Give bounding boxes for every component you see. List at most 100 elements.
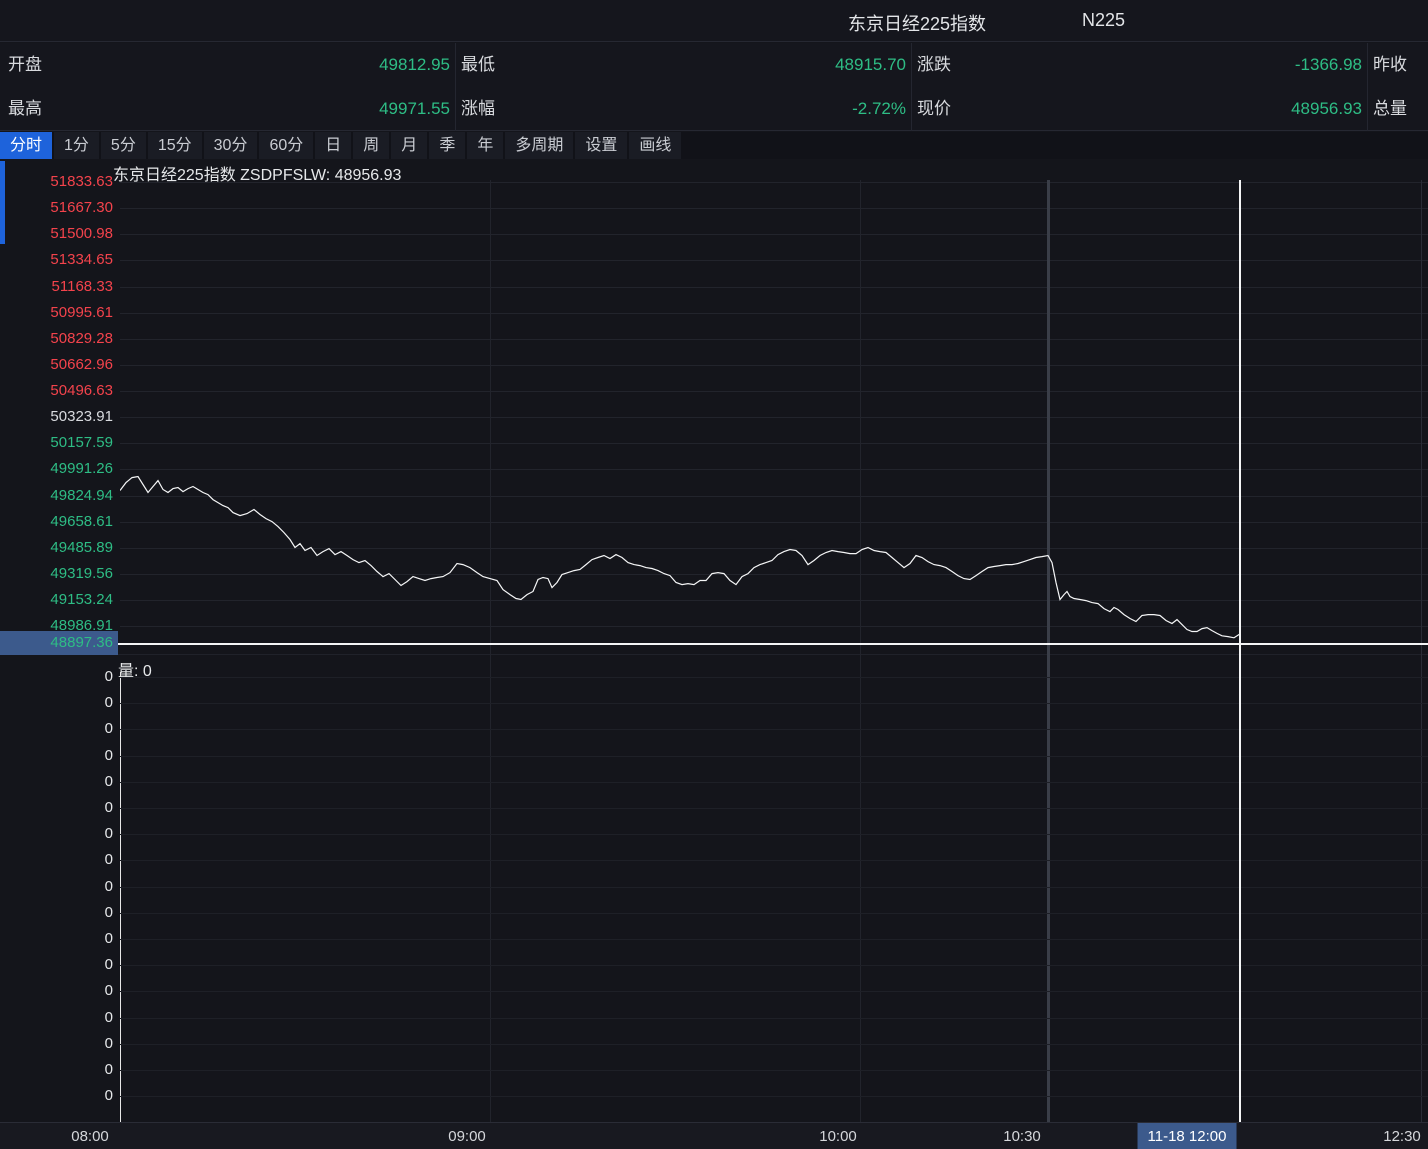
price-axis-label: 51168.33 (0, 278, 113, 296)
volume-axis-label: 0 (0, 1009, 113, 1027)
tab-year[interactable]: 年 (467, 132, 503, 159)
price-axis-label: 49153.24 (0, 591, 113, 609)
info-label: 现价 (917, 87, 951, 131)
crosshair-time-tag: 11-18 12:00 (1138, 1123, 1237, 1149)
volume-axis-label: 0 (0, 1061, 113, 1079)
info-bar: 开盘49812.95最低48915.70涨跌-1366.98昨收最高49971.… (0, 43, 1428, 131)
tab-settings[interactable]: 设置 (575, 132, 627, 159)
time-axis-label: 08:00 (71, 1123, 109, 1149)
volume-gridline (120, 808, 1428, 809)
tab-60min[interactable]: 60分 (259, 132, 313, 159)
info-label: 涨幅 (461, 87, 495, 131)
volume-gridline (120, 939, 1428, 940)
index-symbol: N225 (1082, 10, 1125, 31)
info-label: 最低 (461, 43, 495, 87)
price-axis-label: 51500.98 (0, 225, 113, 243)
price-axis-label: 50662.96 (0, 356, 113, 374)
time-axis-label: 09:00 (448, 1123, 486, 1149)
volume-gridline (120, 677, 1428, 678)
volume-axis-label: 0 (0, 904, 113, 922)
volume-gridline (120, 913, 1428, 914)
price-axis-label: 51667.30 (0, 199, 113, 217)
info-value: -2.72% (501, 87, 906, 131)
crosshair-vertical (1239, 180, 1241, 1122)
tab-day[interactable]: 日 (315, 132, 351, 159)
time-axis-label: 10:30 (1003, 1123, 1041, 1149)
tab-5min[interactable]: 5分 (101, 132, 146, 159)
volume-axis-label: 0 (0, 720, 113, 738)
price-axis-label: 50496.63 (0, 382, 113, 400)
info-value: 48915.70 (501, 43, 906, 87)
tab-month[interactable]: 月 (391, 132, 427, 159)
volume-axis-label: 0 (0, 825, 113, 843)
crosshair-horizontal (116, 643, 1428, 645)
volume-gridline (120, 782, 1428, 783)
volume-axis-label: 0 (0, 694, 113, 712)
tab-1min[interactable]: 1分 (54, 132, 99, 159)
index-name: 东京日经225指数 (848, 10, 986, 36)
volume-axis-label: 0 (0, 930, 113, 948)
price-axis-label: 51334.65 (0, 251, 113, 269)
price-axis-label: 50323.91 (0, 408, 113, 426)
price-axis-label: 51833.63 (0, 173, 113, 191)
tab-draw-line[interactable]: 画线 (629, 132, 681, 159)
tab-bar: 分时1分5分15分30分60分日周月季年多周期设置画线 (0, 132, 1428, 159)
volume-gridline (120, 1018, 1428, 1019)
time-axis-label: 10:00 (819, 1123, 857, 1149)
info-value: -1366.98 (957, 43, 1362, 87)
info-column-divider (455, 43, 456, 131)
volume-gridline (120, 887, 1428, 888)
price-axis-label: 50995.61 (0, 304, 113, 322)
time-axis: 08:00 09:00 10:00 10:30 11-18 12:00 12:30 (0, 1122, 1428, 1149)
tab-multi-period[interactable]: 多周期 (505, 132, 573, 159)
price-axis-label: 49319.56 (0, 565, 113, 583)
info-value: 49812.95 (48, 43, 450, 87)
price-axis-label: 50157.59 (0, 434, 113, 452)
chart-area[interactable]: 东京日经225指数 ZSDPFSLW: 48956.93 量: 0 51833.… (0, 159, 1428, 1122)
volume-axis-line (120, 672, 121, 1122)
price-line-chart (120, 159, 1428, 654)
info-label: 开盘 (8, 43, 42, 87)
volume-axis-label: 0 (0, 799, 113, 817)
app-window: 东京日经225指数 N225 开盘49812.95最低48915.70涨跌-13… (0, 0, 1428, 1149)
time-axis-label: 12:30 (1383, 1123, 1421, 1149)
volume-axis-label: 0 (0, 773, 113, 791)
volume-axis-label: 0 (0, 668, 113, 686)
info-value: 48956.93 (957, 87, 1362, 131)
volume-axis-label: 0 (0, 878, 113, 896)
price-axis-label: 49485.89 (0, 539, 113, 557)
crosshair-price-tag: 48897.36 (0, 631, 118, 655)
price-axis-label: 49991.26 (0, 460, 113, 478)
info-label: 昨收 (1373, 43, 1407, 87)
info-label: 总量 (1373, 87, 1407, 131)
volume-gridline (120, 860, 1428, 861)
volume-axis-label: 0 (0, 747, 113, 765)
volume-gridline (120, 991, 1428, 992)
volume-axis-label: 0 (0, 851, 113, 869)
volume-gridline (120, 729, 1428, 730)
price-axis-label: 50829.28 (0, 330, 113, 348)
info-column-divider (1367, 43, 1368, 131)
volume-gridline (120, 1070, 1428, 1071)
volume-gridline (120, 834, 1428, 835)
volume-axis-label: 0 (0, 1035, 113, 1053)
tab-15min[interactable]: 15分 (148, 132, 202, 159)
info-column-divider (911, 43, 912, 131)
info-label: 最高 (8, 87, 42, 131)
volume-gridline (120, 965, 1428, 966)
title-bar: 东京日经225指数 N225 (0, 0, 1428, 42)
volume-axis-label: 0 (0, 1087, 113, 1105)
panel-divider (0, 654, 1428, 655)
tab-quarter[interactable]: 季 (429, 132, 465, 159)
tab-30min[interactable]: 30分 (204, 132, 258, 159)
volume-gridline (120, 1044, 1428, 1045)
volume-gridline (120, 756, 1428, 757)
price-axis-label: 49658.61 (0, 513, 113, 531)
price-line (120, 477, 1240, 638)
volume-gridline (120, 703, 1428, 704)
volume-axis-label: 0 (0, 956, 113, 974)
volume-axis-label: 0 (0, 982, 113, 1000)
tab-week[interactable]: 周 (353, 132, 389, 159)
tab-timeline[interactable]: 分时 (0, 132, 52, 159)
volume-gridline (120, 1096, 1428, 1097)
